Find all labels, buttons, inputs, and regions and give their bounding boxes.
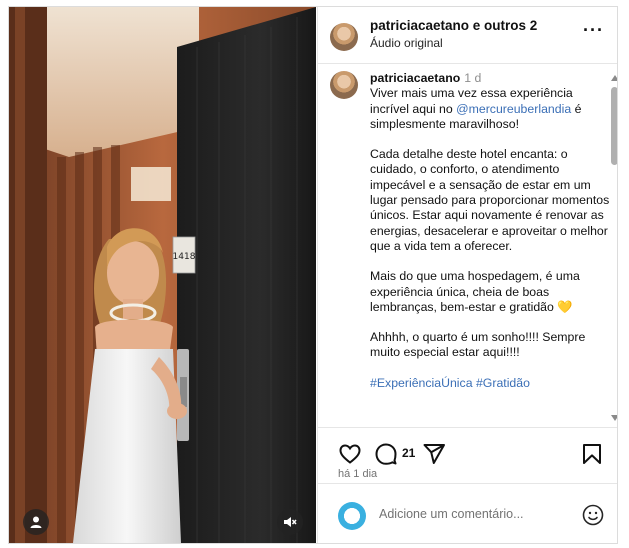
bookmark-icon[interactable] [580, 442, 604, 466]
author-avatar[interactable] [330, 23, 358, 51]
action-bar: 21 há 1 dia [318, 427, 617, 484]
comment-count: 21 [402, 446, 416, 460]
caption-text: patriciacaetano 1 d Viver mais uma vez es… [370, 71, 610, 406]
post-authors[interactable]: patriciacaetano e outros 2 [370, 18, 537, 33]
muted-speaker-icon[interactable] [277, 509, 303, 535]
scroll-up-arrow[interactable] [611, 75, 617, 81]
post-header: patriciacaetano e outros 2 Áudio origina… [318, 7, 617, 64]
comment-composer [318, 483, 617, 543]
post-age[interactable]: há 1 dia [338, 468, 377, 480]
heart-icon[interactable] [338, 442, 362, 466]
caption-time[interactable]: 1 d [464, 71, 481, 85]
comments-scrollbar[interactable] [608, 71, 617, 425]
hashtags[interactable]: #ExperiênciaÚnica #Gratidão [370, 376, 610, 391]
audio-label[interactable]: Áudio original [370, 36, 443, 50]
caption-avatar[interactable] [330, 71, 358, 99]
video-frame: 1418 [9, 7, 316, 543]
user-icon[interactable] [23, 509, 49, 535]
emoji-icon[interactable] [582, 504, 604, 526]
caption-username[interactable]: patriciacaetano [370, 71, 460, 85]
share-icon[interactable] [422, 442, 446, 466]
current-user-avatar [338, 502, 366, 530]
mention-link[interactable]: @mercureuberlandia [456, 102, 571, 116]
caption-paragraph-2: Cada detalhe deste hotel encanta: o cuid… [370, 147, 610, 253]
post-sidebar: patriciacaetano e outros 2 Áudio origina… [317, 7, 617, 543]
more-horizontal-icon[interactable]: ··· [583, 21, 604, 39]
caption-paragraph-3: Mais do que uma hospedagem, é uma experi… [370, 269, 580, 314]
comment-icon[interactable] [374, 442, 398, 466]
post-modal: 1418 patriciacaetano e outros 2 Áudio or… [8, 6, 618, 544]
comments-area[interactable]: patriciacaetano 1 d Viver mais uma vez es… [318, 64, 617, 427]
video-player[interactable]: 1418 [9, 7, 316, 543]
scroll-thumb[interactable] [611, 87, 617, 165]
door-number: 1418 [173, 252, 196, 262]
caption-paragraph-4: Ahhhh, o quarto é um sonho!!!! Sempre mu… [370, 330, 586, 360]
scroll-down-arrow[interactable] [611, 415, 617, 421]
comment-input[interactable] [379, 507, 569, 521]
